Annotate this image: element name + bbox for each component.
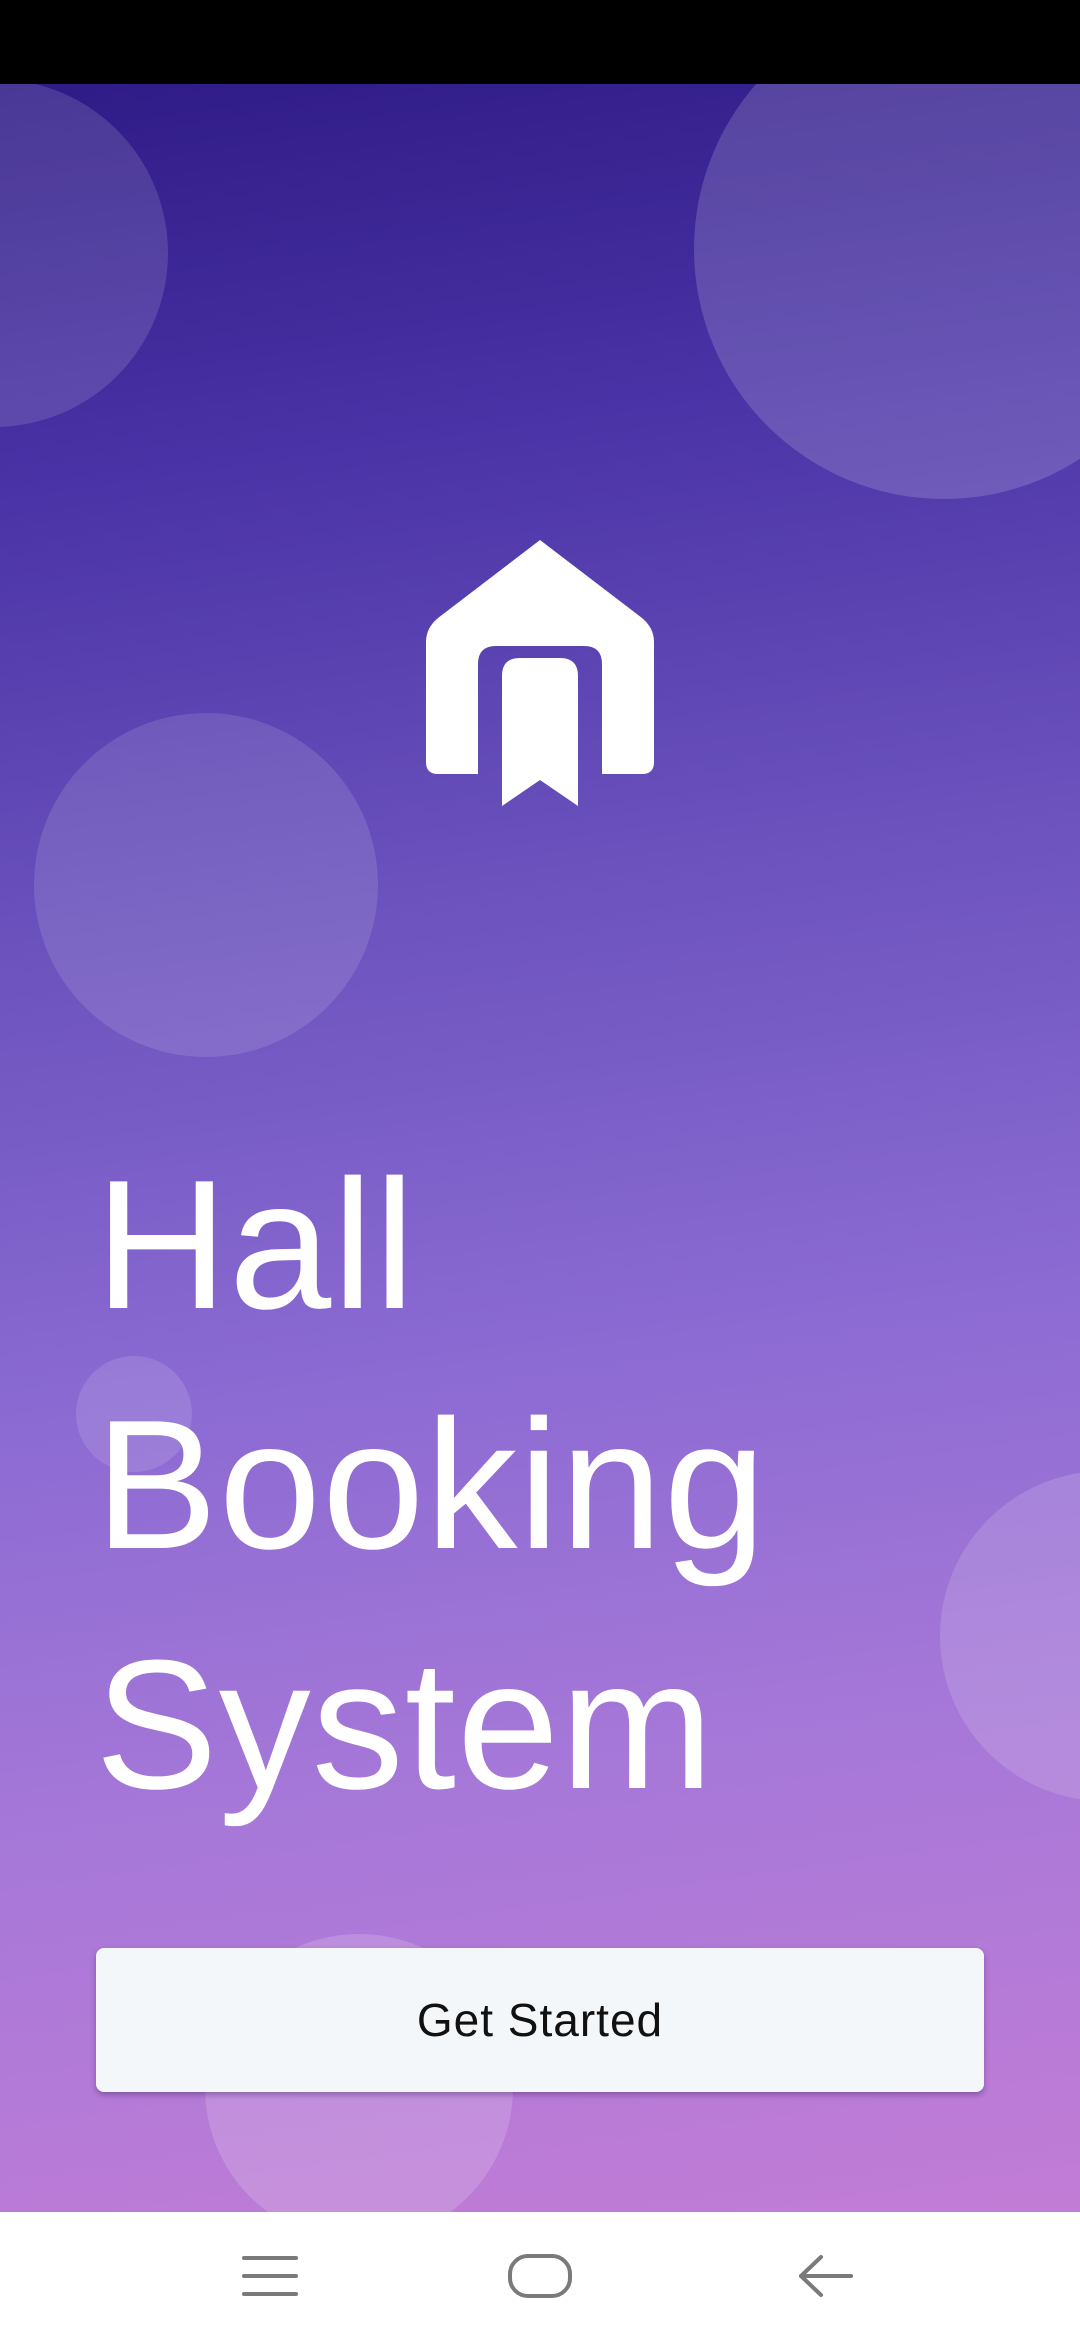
- home-pill-icon: [508, 2254, 572, 2298]
- recent-apps-button[interactable]: [190, 2212, 350, 2340]
- app-title-line-2: Booking: [95, 1381, 767, 1587]
- system-navigation-bar: [0, 2212, 1080, 2340]
- menu-icon: [242, 2256, 298, 2296]
- house-bookmark-icon: [426, 540, 654, 806]
- get-started-button[interactable]: Get Started: [96, 1948, 984, 2092]
- decorative-circle: [0, 84, 168, 427]
- decorative-circle: [34, 713, 378, 1057]
- back-button[interactable]: [745, 2212, 905, 2340]
- app-title-line-1: Hall: [95, 1141, 416, 1347]
- decorative-circle: [694, 84, 1080, 499]
- back-arrow-icon: [799, 2255, 853, 2297]
- app-title: Hall Booking System: [95, 1124, 767, 1844]
- screen: Hall Booking System Get Started: [0, 0, 1080, 2340]
- app-title-line-3: System: [95, 1621, 715, 1827]
- home-button[interactable]: [460, 2212, 620, 2340]
- status-bar: [0, 0, 1080, 84]
- decorative-circle: [940, 1471, 1080, 1801]
